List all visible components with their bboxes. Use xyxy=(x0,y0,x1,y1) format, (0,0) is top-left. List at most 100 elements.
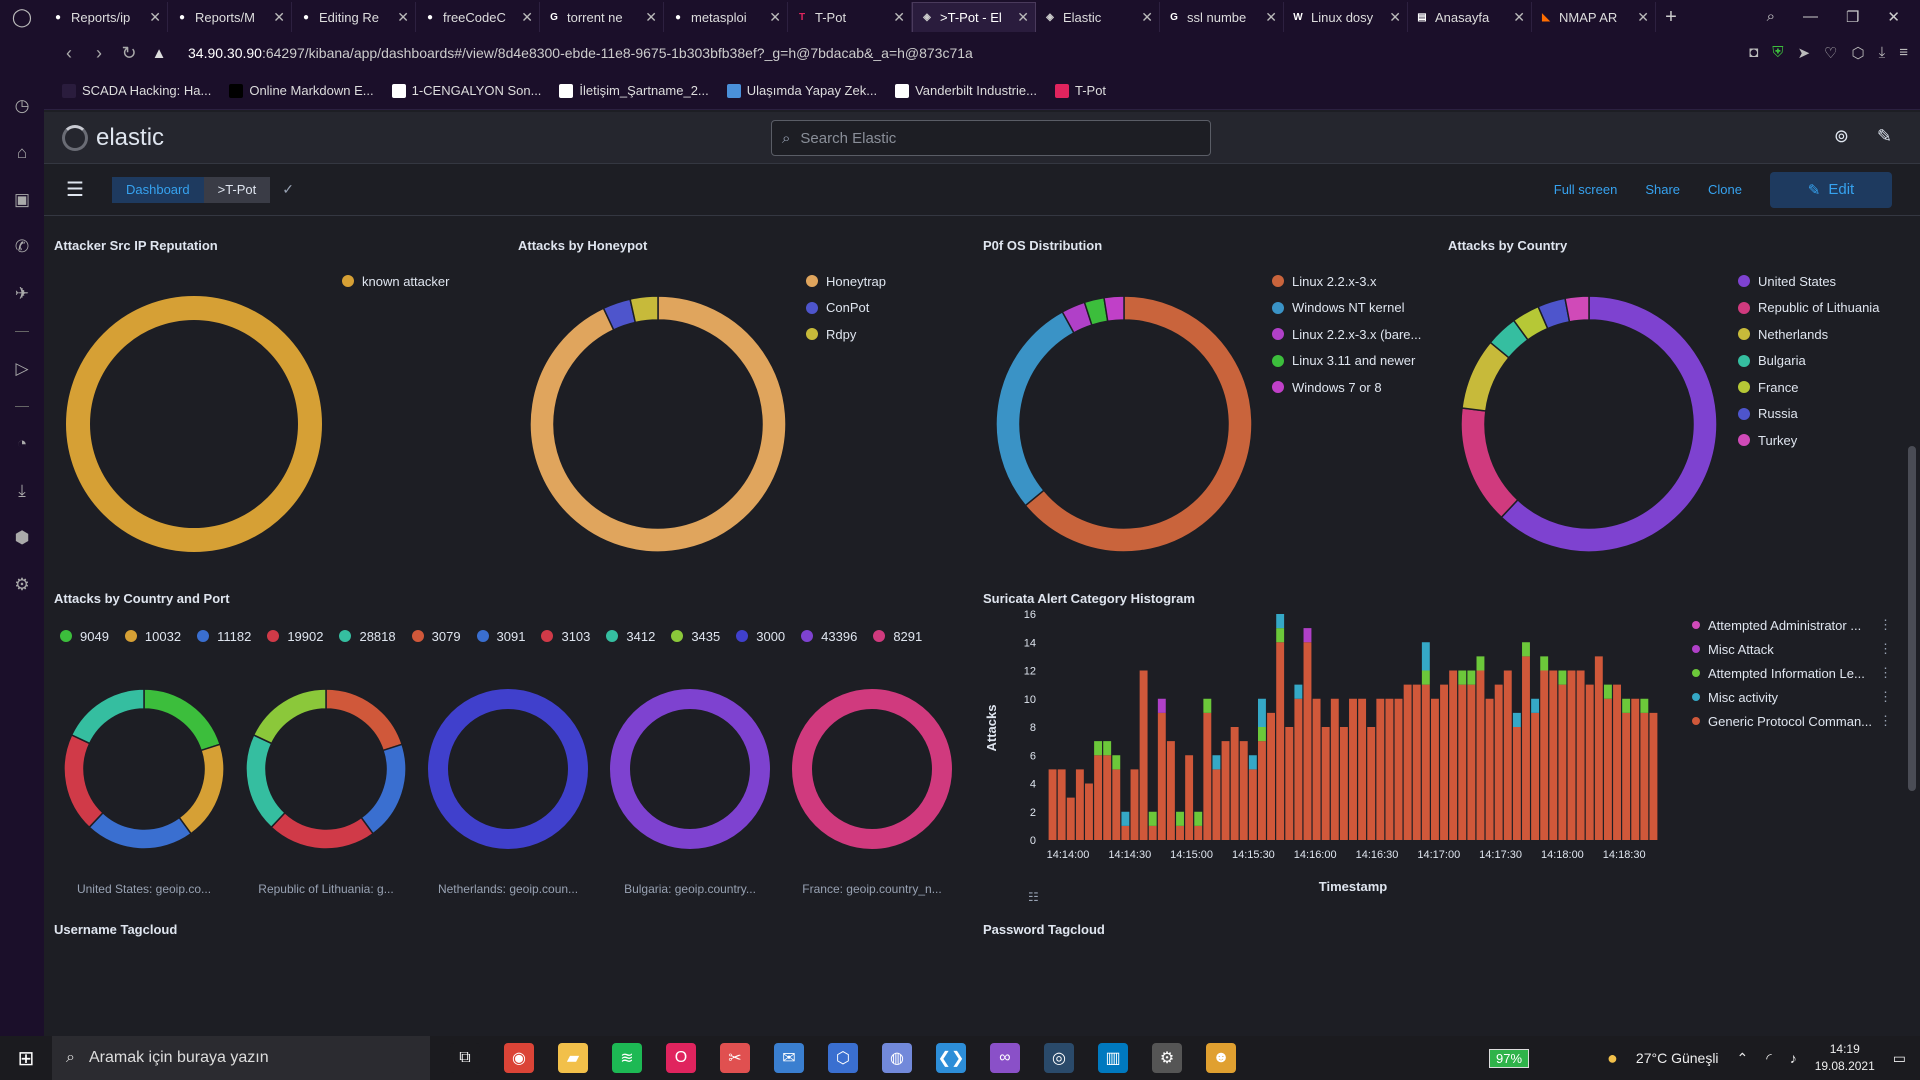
notification-icon[interactable]: ▭ xyxy=(1893,1050,1906,1067)
histogram-bar[interactable] xyxy=(1358,698,1367,840)
visualstudio-icon[interactable]: ∞ xyxy=(990,1043,1020,1073)
settings-icon[interactable]: ⚙ xyxy=(1152,1043,1182,1073)
histogram-bar[interactable] xyxy=(1594,656,1603,840)
histogram-bar[interactable] xyxy=(1449,670,1458,841)
player-icon[interactable]: ▷ xyxy=(15,359,28,379)
histogram-bar[interactable] xyxy=(1103,755,1112,840)
close-tab-icon[interactable]: ✕ xyxy=(645,9,657,26)
histogram-bar[interactable] xyxy=(1376,698,1385,840)
histogram-bar[interactable] xyxy=(1303,628,1312,643)
histogram-bar[interactable] xyxy=(1458,684,1467,840)
histogram-bar[interactable] xyxy=(1276,614,1285,629)
histogram-bar[interactable] xyxy=(1339,727,1348,840)
histogram-bar[interactable] xyxy=(1349,698,1357,840)
bookmark-item[interactable]: T-Pot xyxy=(1054,83,1106,98)
search-tabs-icon[interactable]: ⌕ xyxy=(1767,8,1775,26)
histogram-bar[interactable] xyxy=(1294,698,1303,840)
close-tab-icon[interactable]: ✕ xyxy=(149,9,161,26)
histogram-bar[interactable] xyxy=(1276,642,1285,840)
cube-icon[interactable]: ⬡ xyxy=(1851,44,1864,62)
histogram-bar[interactable] xyxy=(1258,727,1266,742)
close-tab-icon[interactable]: ✕ xyxy=(1017,9,1029,26)
browser-tab[interactable]: ● freeCodeC ✕ xyxy=(416,2,540,32)
heart-icon[interactable]: ♡ xyxy=(1824,44,1837,62)
weather-text[interactable]: 27°C Güneşli xyxy=(1636,1050,1719,1066)
histogram-bar[interactable] xyxy=(1640,712,1649,840)
histogram-bar[interactable] xyxy=(1048,769,1057,840)
whatsapp-icon[interactable]: ✆ xyxy=(15,237,29,257)
bookmark-item[interactable]: Ulaşımda Yapay Zek... xyxy=(726,83,877,98)
histogram-bar[interactable] xyxy=(1622,712,1631,840)
battery-indicator[interactable]: 97% xyxy=(1489,1048,1530,1068)
newsfeed-icon[interactable]: ✎ xyxy=(1877,126,1892,147)
histogram-bar[interactable] xyxy=(1585,684,1594,840)
mail-icon[interactable]: ✉ xyxy=(774,1043,804,1073)
telegram-icon[interactable]: ✈ xyxy=(15,284,29,304)
histogram-bar[interactable] xyxy=(1085,783,1093,841)
histogram-bar[interactable] xyxy=(1385,698,1394,840)
bookmark-item[interactable]: Online Markdown E... xyxy=(229,83,374,98)
browser-tab[interactable]: ● Reports/ip ✕ xyxy=(44,2,168,32)
histogram-bar[interactable] xyxy=(1258,741,1266,840)
close-tab-icon[interactable]: ✕ xyxy=(1141,9,1153,26)
close-tab-icon[interactable]: ✕ xyxy=(397,9,409,26)
close-tab-icon[interactable]: ✕ xyxy=(1265,9,1277,26)
histogram-bar[interactable] xyxy=(1367,727,1376,840)
virtualbox-icon[interactable]: ⬡ xyxy=(828,1043,858,1073)
breadcrumb-dashboard[interactable]: Dashboard xyxy=(112,176,204,203)
histogram-bar[interactable] xyxy=(1094,741,1103,756)
back-icon[interactable]: ‹ xyxy=(54,43,84,64)
histogram-bar[interactable] xyxy=(1248,769,1257,840)
histogram-bar[interactable] xyxy=(1476,656,1485,671)
histogram-bar[interactable] xyxy=(1203,712,1212,840)
histogram-bar[interactable] xyxy=(1148,811,1157,826)
histogram-bar[interactable] xyxy=(1549,670,1558,841)
full-screen-link[interactable]: Full screen xyxy=(1554,182,1618,197)
histogram-bar[interactable] xyxy=(1075,769,1084,840)
histogram-bar[interactable] xyxy=(1239,741,1248,840)
histogram-bar[interactable] xyxy=(1421,684,1430,840)
histogram-bar[interactable] xyxy=(1430,698,1439,840)
vscode-icon[interactable]: ❮❯ xyxy=(936,1043,966,1073)
histogram-bar[interactable] xyxy=(1503,670,1512,841)
histogram-bar[interactable] xyxy=(1476,670,1485,841)
histogram-bar[interactable] xyxy=(1603,684,1612,699)
histogram-bar[interactable] xyxy=(1394,698,1403,840)
insecure-warning-icon[interactable]: ▲ xyxy=(144,45,174,62)
download-icon[interactable]: ⤓ xyxy=(1879,44,1886,62)
speed-dial-icon[interactable]: ◷ xyxy=(15,96,30,116)
browser-tab[interactable]: T T-Pot ✕ xyxy=(788,2,912,32)
browser-tab[interactable]: ◈ Elastic ✕ xyxy=(1036,2,1160,32)
edit-button[interactable]: ✎ Edit xyxy=(1770,171,1892,208)
histogram-bar[interactable] xyxy=(1221,741,1230,840)
close-tab-icon[interactable]: ✕ xyxy=(1513,9,1525,26)
explorer-icon[interactable]: ▰ xyxy=(558,1043,588,1073)
snip-icon[interactable]: ✂ xyxy=(720,1043,750,1073)
histogram-bar[interactable] xyxy=(1267,712,1276,840)
histogram-bar[interactable] xyxy=(1094,755,1103,840)
histogram-bar[interactable] xyxy=(1285,727,1294,840)
histogram-bar[interactable] xyxy=(1303,642,1312,840)
windows-start-icon[interactable]: ⊞ xyxy=(0,1046,52,1071)
histogram-bar[interactable] xyxy=(1230,727,1239,840)
reload-icon[interactable]: ↻ xyxy=(114,43,144,64)
histogram-bar[interactable] xyxy=(1603,698,1612,840)
close-tab-icon[interactable]: ✕ xyxy=(769,9,781,26)
downloads-icon[interactable]: ⤓ xyxy=(18,481,26,501)
histogram-bar[interactable] xyxy=(1258,698,1266,727)
histogram-bar[interactable] xyxy=(1649,712,1658,840)
tray-chevron-icon[interactable]: ⌃ xyxy=(1737,1050,1749,1067)
histogram-bar[interactable] xyxy=(1148,825,1157,840)
histogram-bar[interactable] xyxy=(1321,727,1330,840)
opera-logo-icon[interactable]: ◯ xyxy=(0,0,44,34)
legend-toggle-icon[interactable]: ☷ xyxy=(1028,890,1039,904)
histogram-bar[interactable] xyxy=(1512,712,1521,727)
chrome-icon[interactable]: ◉ xyxy=(504,1043,534,1073)
help-icon[interactable]: ⊚ xyxy=(1834,126,1849,147)
settings-icon[interactable]: ⚙ xyxy=(14,575,29,595)
camera-icon[interactable]: ◘ xyxy=(1749,44,1758,62)
close-tab-icon[interactable]: ✕ xyxy=(1389,9,1401,26)
histogram-bar[interactable] xyxy=(1112,755,1121,770)
extensions-icon[interactable]: ⌂ xyxy=(17,143,27,163)
histogram-bar[interactable] xyxy=(1567,670,1576,841)
